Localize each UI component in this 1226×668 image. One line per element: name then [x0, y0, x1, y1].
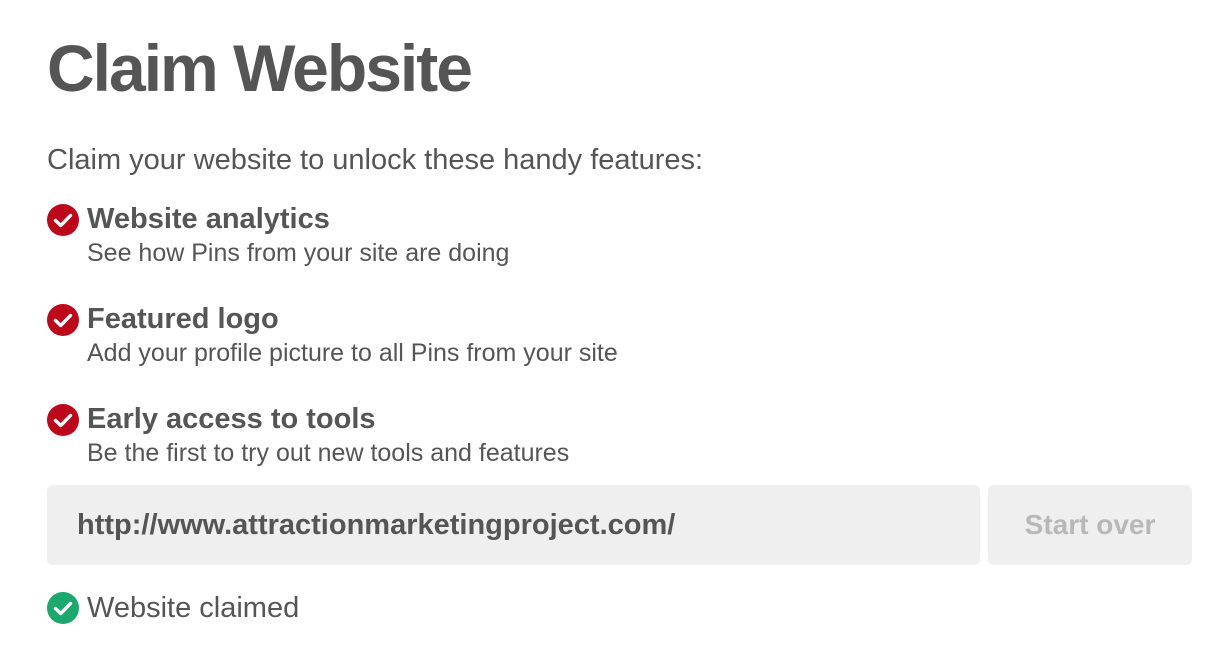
claim-website-panel: Claim Website Claim your website to unlo…: [0, 0, 1226, 668]
check-circle-icon: [47, 204, 79, 236]
website-url-field[interactable]: [47, 485, 980, 565]
feature-title: Featured logo: [87, 303, 279, 335]
start-over-button[interactable]: Start over: [988, 485, 1192, 565]
check-circle-icon: [47, 404, 79, 436]
feature-description: Add your profile picture to all Pins fro…: [87, 339, 618, 367]
feature-title: Website analytics: [87, 203, 330, 235]
feature-description: See how Pins from your site are doing: [87, 239, 510, 267]
green-check-circle-icon: [47, 592, 79, 624]
feature-description: Be the first to try out new tools and fe…: [87, 439, 570, 467]
intro-text: Claim your website to unlock these handy…: [47, 144, 704, 176]
page-title: Claim Website: [47, 31, 473, 105]
check-circle-icon: [47, 304, 79, 336]
feature-title: Early access to tools: [87, 403, 376, 435]
status-text: Website claimed: [87, 592, 300, 624]
